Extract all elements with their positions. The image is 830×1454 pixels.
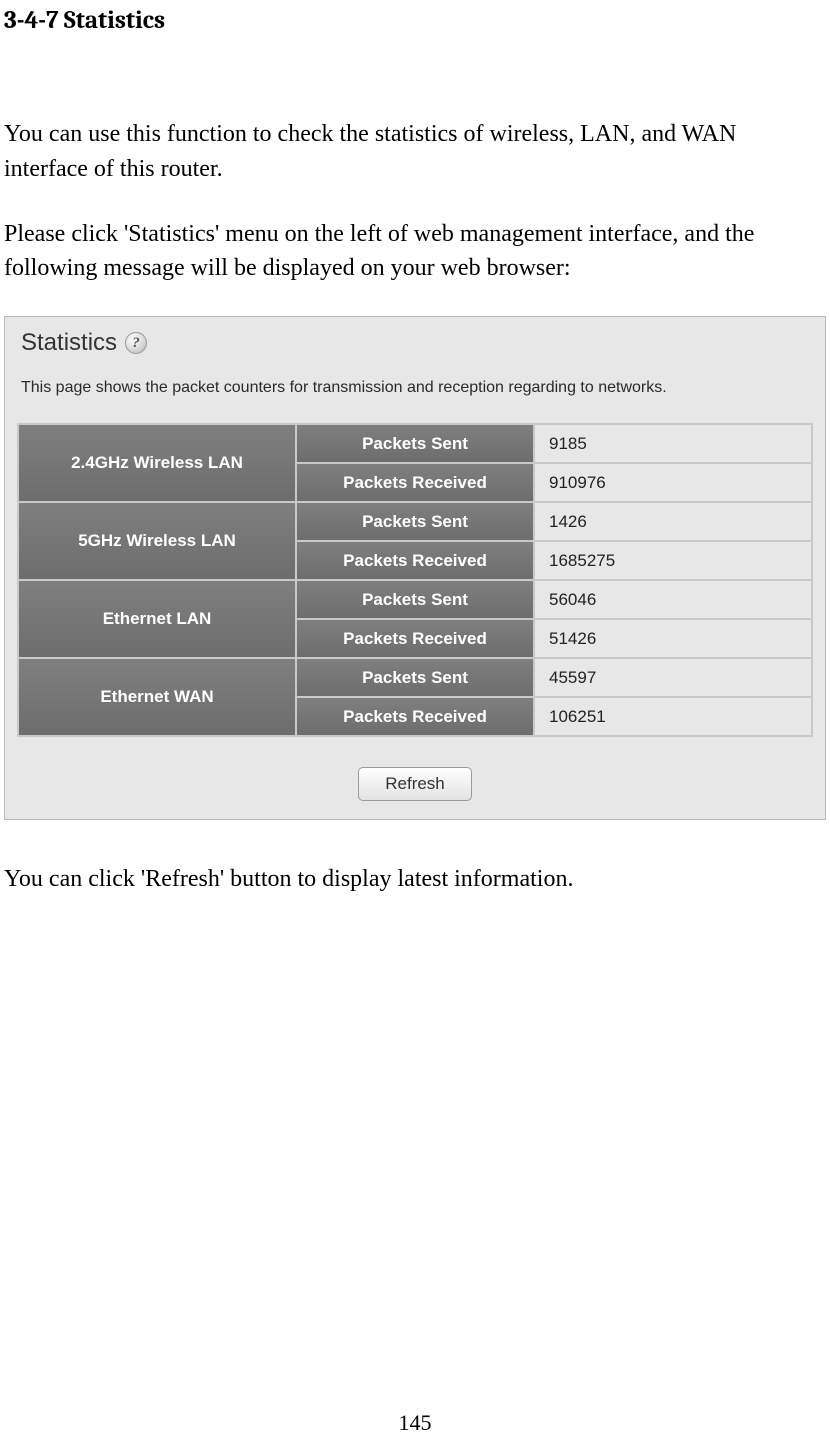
closing-paragraph: You can click 'Refresh' button to displa… [4, 862, 826, 897]
stats-title-row: Statistics ? [21, 329, 813, 357]
table-row: 2.4GHz Wireless LAN Packets Sent 9185 [18, 424, 812, 463]
metric-label: Packets Sent [296, 580, 534, 619]
stats-title: Statistics [21, 329, 117, 357]
row-header-2-4ghz: 2.4GHz Wireless LAN [18, 424, 296, 502]
table-row: Ethernet LAN Packets Sent 56046 [18, 580, 812, 619]
page-number: 145 [0, 1410, 830, 1436]
refresh-row: Refresh [17, 767, 813, 801]
value-cell: 910976 [534, 463, 812, 502]
help-icon[interactable]: ? [125, 332, 147, 354]
row-header-5ghz: 5GHz Wireless LAN [18, 502, 296, 580]
metric-label: Packets Sent [296, 502, 534, 541]
value-cell: 9185 [534, 424, 812, 463]
table-row: Ethernet WAN Packets Sent 45597 [18, 658, 812, 697]
value-cell: 106251 [534, 697, 812, 736]
metric-label: Packets Sent [296, 658, 534, 697]
statistics-screenshot: Statistics ? This page shows the packet … [4, 316, 826, 820]
value-cell: 1426 [534, 502, 812, 541]
metric-label: Packets Received [296, 697, 534, 736]
stats-description: This page shows the packet counters for … [21, 379, 813, 397]
metric-label: Packets Received [296, 541, 534, 580]
intro-paragraph-1: You can use this function to check the s… [4, 117, 826, 187]
statistics-table: 2.4GHz Wireless LAN Packets Sent 9185 Pa… [17, 423, 813, 737]
metric-label: Packets Received [296, 463, 534, 502]
intro-paragraph-2: Please click 'Statistics' menu on the le… [4, 217, 826, 287]
section-heading: 3-4-7 Statistics [4, 6, 826, 35]
value-cell: 45597 [534, 658, 812, 697]
metric-label: Packets Sent [296, 424, 534, 463]
value-cell: 51426 [534, 619, 812, 658]
metric-label: Packets Received [296, 619, 534, 658]
refresh-button[interactable]: Refresh [358, 767, 472, 801]
value-cell: 56046 [534, 580, 812, 619]
row-header-ethernet-wan: Ethernet WAN [18, 658, 296, 736]
row-header-ethernet-lan: Ethernet LAN [18, 580, 296, 658]
table-row: 5GHz Wireless LAN Packets Sent 1426 [18, 502, 812, 541]
value-cell: 1685275 [534, 541, 812, 580]
